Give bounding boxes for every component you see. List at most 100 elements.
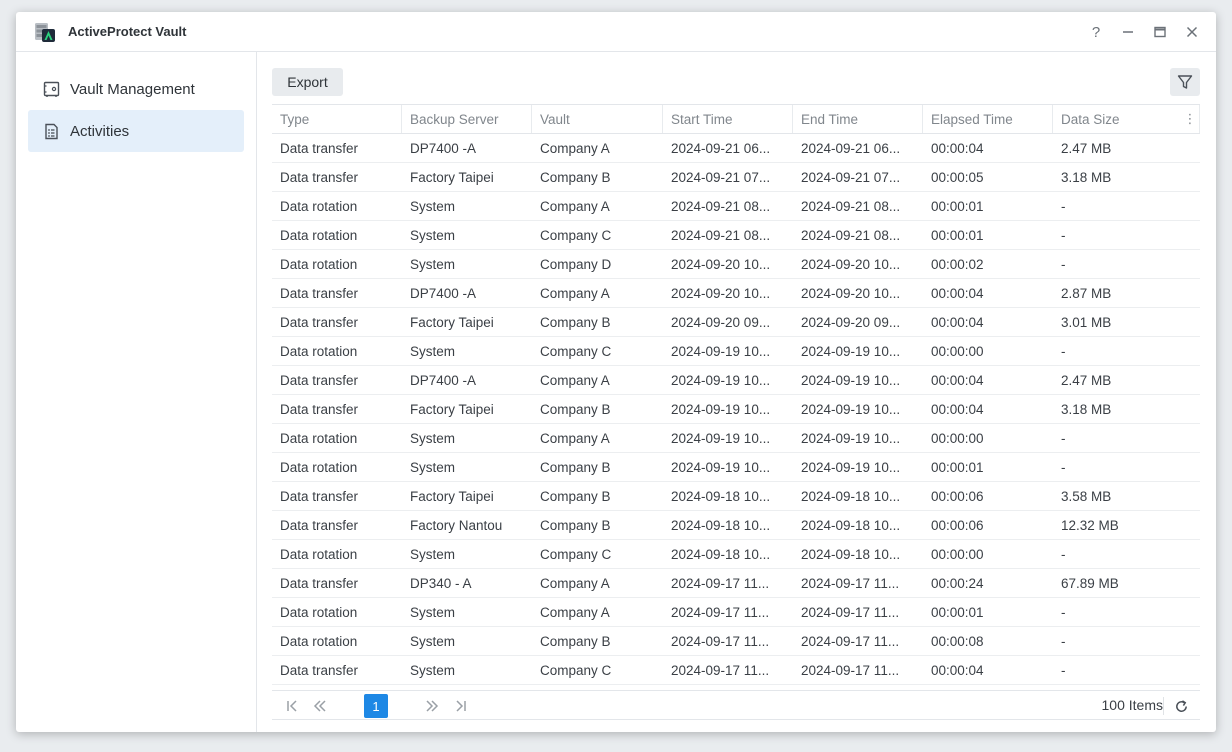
cell-end-time: 2024-09-19 10... xyxy=(801,459,901,475)
sidebar-item-activities[interactable]: Activities xyxy=(28,110,244,152)
cell-vault: Company B xyxy=(540,517,611,533)
table-row[interactable]: Data rotation System Company D 2024-09-20 1… xyxy=(272,250,1200,279)
column-header-data-size[interactable]: Data Size xyxy=(1053,105,1200,133)
table-row[interactable]: Data transfer Factory Nantou Company B 2024… xyxy=(272,511,1200,540)
cell-end-time: 2024-09-20 10... xyxy=(801,256,901,272)
refresh-icon xyxy=(1175,699,1187,712)
cell-start-time: 2024-09-18 10... xyxy=(671,517,771,533)
cell-elapsed-time: 00:00:00 xyxy=(931,546,984,562)
cell-vault: Company A xyxy=(540,372,610,388)
cell-backup-server: System xyxy=(410,198,456,214)
table-row[interactable]: Data rotation System Company C 2024-09-21 0… xyxy=(272,221,1200,250)
cell-end-time: 2024-09-19 10... xyxy=(801,372,901,388)
table-row[interactable]: Data transfer Factory Taipei Company B 2024… xyxy=(272,395,1200,424)
table-row[interactable]: Data rotation System Company B 2024-09-17 1… xyxy=(272,627,1200,656)
table-row[interactable]: Data rotation System Company C 2024-09-19 1… xyxy=(272,337,1200,366)
double-chevron-left-icon xyxy=(313,700,326,712)
title-bar: ActiveProtect Vault ? xyxy=(16,12,1216,52)
column-header-vault[interactable]: Vault xyxy=(532,105,663,133)
sidebar-item-vault-management[interactable]: Vault Management xyxy=(28,68,244,110)
column-header-backup-server[interactable]: Backup Server xyxy=(402,105,532,133)
cell-start-time: 2024-09-18 10... xyxy=(671,546,771,562)
cell-backup-server: DP340 - A xyxy=(410,575,472,591)
cell-vault: Company B xyxy=(540,633,611,649)
cell-start-time: 2024-09-19 10... xyxy=(671,430,771,446)
cell-elapsed-time: 00:00:01 xyxy=(931,459,984,475)
column-header-end-time[interactable]: End Time xyxy=(793,105,923,133)
table-row[interactable]: Data rotation System Company C 2024-09-18 1… xyxy=(272,540,1200,569)
help-button[interactable]: ? xyxy=(1080,16,1112,48)
filter-button[interactable] xyxy=(1170,68,1200,96)
column-header-elapsed-time[interactable]: Elapsed Time xyxy=(923,105,1053,133)
table-row[interactable]: Data rotation System Company B 2024-09-19 1… xyxy=(272,453,1200,482)
cell-vault: Company A xyxy=(540,198,610,214)
cell-start-time: 2024-09-18 10... xyxy=(671,488,771,504)
table-row[interactable]: Data transfer DP7400 -A Company A 2024-09-1… xyxy=(272,366,1200,395)
cell-backup-server: System xyxy=(410,633,456,649)
cell-elapsed-time: 00:00:00 xyxy=(931,343,984,359)
cell-elapsed-time: 00:00:06 xyxy=(931,488,984,504)
cell-start-time: 2024-09-19 10... xyxy=(671,459,771,475)
cell-type: Data rotation xyxy=(280,343,358,359)
cell-backup-server: System xyxy=(410,430,456,446)
cell-elapsed-time: 00:00:00 xyxy=(931,430,984,446)
table-row[interactable]: Data transfer DP7400 -A Company A 2024-09-2… xyxy=(272,134,1200,163)
table-row[interactable]: Data transfer System Company C 2024-09-17 1… xyxy=(272,656,1200,685)
sidebar: Vault Management Activities xyxy=(16,52,257,732)
cell-type: Data rotation xyxy=(280,256,358,272)
cell-elapsed-time: 00:00:04 xyxy=(931,140,984,156)
cell-elapsed-time: 00:00:02 xyxy=(931,256,984,272)
cell-type: Data transfer xyxy=(280,314,359,330)
cell-data-size: - xyxy=(1061,198,1066,214)
cell-backup-server: System xyxy=(410,662,456,678)
cell-backup-server: DP7400 -A xyxy=(410,140,477,156)
filter-icon xyxy=(1177,75,1193,89)
maximize-button[interactable] xyxy=(1144,16,1176,48)
cell-type: Data rotation xyxy=(280,546,358,562)
cell-data-size: 3.18 MB xyxy=(1061,169,1112,185)
next-page-button[interactable] xyxy=(421,695,443,717)
cell-start-time: 2024-09-19 10... xyxy=(671,343,771,359)
cell-data-size: 3.18 MB xyxy=(1061,401,1112,417)
cell-type: Data transfer xyxy=(280,140,359,156)
toolbar: Export xyxy=(272,68,1200,96)
last-page-button[interactable] xyxy=(449,695,471,717)
table-row[interactable]: Data rotation System Company A 2024-09-17 1… xyxy=(272,598,1200,627)
cell-elapsed-time: 00:00:24 xyxy=(931,575,984,591)
cell-backup-server: DP7400 -A xyxy=(410,285,477,301)
table-row[interactable]: Data transfer Factory Taipei Company B 2024… xyxy=(272,308,1200,337)
table-row[interactable]: Data transfer DP7400 -A Company A 2024-09-2… xyxy=(272,279,1200,308)
cell-type: Data transfer xyxy=(280,662,359,678)
cell-end-time: 2024-09-18 10... xyxy=(801,546,901,562)
cell-elapsed-time: 00:00:04 xyxy=(931,285,984,301)
table-row[interactable]: Data transfer Factory Taipei Company B 2024… xyxy=(272,482,1200,511)
cell-data-size: - xyxy=(1061,227,1066,243)
cell-start-time: 2024-09-17 11... xyxy=(671,662,770,678)
cell-backup-server: System xyxy=(410,459,456,475)
column-menu-icon[interactable]: ⋮ xyxy=(1180,105,1200,133)
table-row[interactable]: Data transfer Factory Taipei Company B 2024… xyxy=(272,163,1200,192)
first-page-button[interactable] xyxy=(282,695,304,717)
minimize-button[interactable] xyxy=(1112,16,1144,48)
table-row[interactable]: Data rotation System Company A 2024-09-19 1… xyxy=(272,424,1200,453)
cell-backup-server: Factory Taipei xyxy=(410,314,494,330)
column-header-type[interactable]: Type xyxy=(272,105,402,133)
cell-type: Data transfer xyxy=(280,285,359,301)
cell-type: Data transfer xyxy=(280,169,359,185)
cell-start-time: 2024-09-20 10... xyxy=(671,256,771,272)
table-row[interactable]: Data transfer DP340 - A Company A 2024-09-1… xyxy=(272,569,1200,598)
refresh-button[interactable] xyxy=(1170,695,1192,717)
table-row[interactable]: Data rotation System Company A 2024-09-21 0… xyxy=(272,192,1200,221)
cell-type: Data rotation xyxy=(280,633,358,649)
cell-start-time: 2024-09-17 11... xyxy=(671,633,770,649)
export-button[interactable]: Export xyxy=(272,68,343,96)
previous-page-button[interactable] xyxy=(309,695,331,717)
close-button[interactable] xyxy=(1176,16,1208,48)
cell-elapsed-time: 00:00:04 xyxy=(931,314,984,330)
current-page-button[interactable]: 1 xyxy=(364,694,388,718)
column-header-start-time[interactable]: Start Time xyxy=(663,105,793,133)
pagination-bar: 1 100 Items xyxy=(272,690,1200,720)
cell-vault: Company C xyxy=(540,546,612,562)
cell-data-size: - xyxy=(1061,546,1066,562)
cell-data-size: - xyxy=(1061,633,1066,649)
